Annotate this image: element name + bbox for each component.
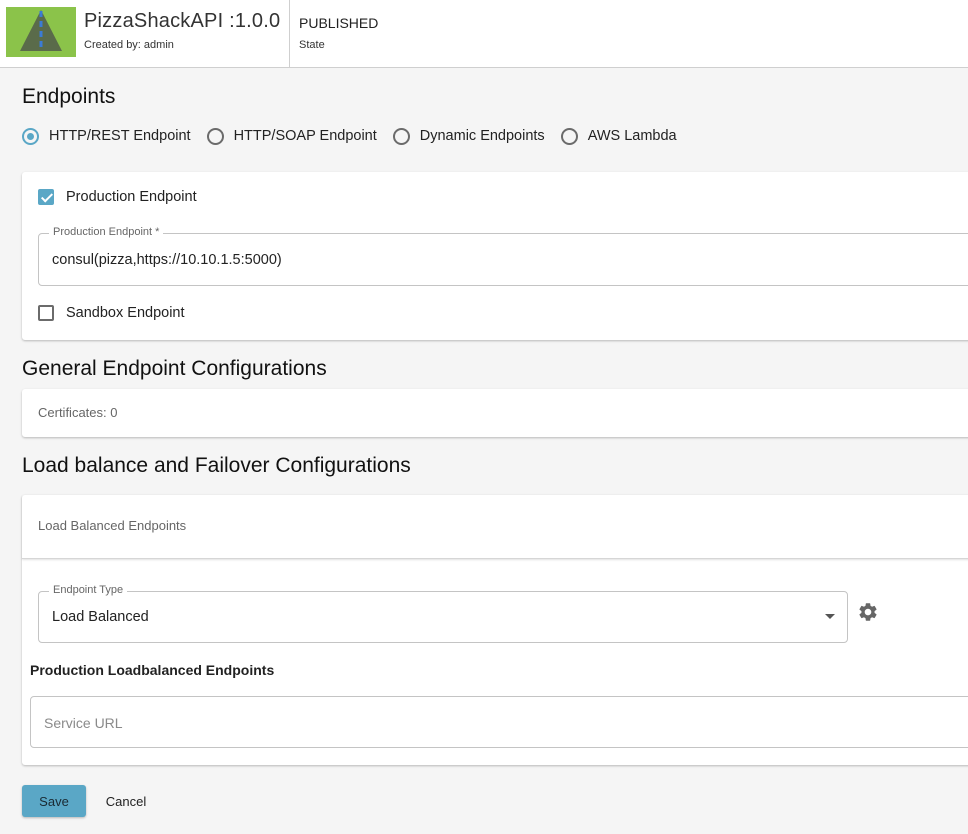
general-config-heading: General Endpoint Configurations <box>22 357 327 380</box>
header-divider <box>289 0 290 68</box>
production-endpoint-field[interactable]: Production Endpoint * consul(pizza,https… <box>38 226 968 286</box>
sandbox-checkbox-label: Sandbox Endpoint <box>66 305 185 321</box>
dropdown-arrow-icon[interactable] <box>825 614 835 619</box>
endpoints-card: Production Endpoint Production Endpoint … <box>22 172 968 340</box>
radio-unchecked-icon[interactable] <box>560 127 578 145</box>
gear-icon[interactable] <box>857 601 879 623</box>
loadbalance-card: Load Balanced Endpoints Endpoint Type Lo… <box>22 495 968 765</box>
radio-label: AWS Lambda <box>587 128 677 144</box>
loadbalance-heading: Load balance and Failover Configurations <box>22 454 411 477</box>
service-url-input[interactable]: Service URL <box>44 715 123 731</box>
endpoint-type-select[interactable]: Endpoint Type Load Balanced <box>38 584 848 643</box>
production-endpoint-toggle[interactable]: Production Endpoint <box>38 189 197 205</box>
save-button[interactable]: Save <box>22 785 86 817</box>
sandbox-endpoint-toggle[interactable]: Sandbox Endpoint <box>38 305 185 321</box>
api-thumbnail-icon <box>6 7 76 57</box>
radio-unchecked-icon[interactable] <box>206 127 224 145</box>
endpoints-heading: Endpoints <box>22 85 116 108</box>
radio-label: Dynamic Endpoints <box>419 128 545 144</box>
endpoint-type-value: Load Balanced <box>52 609 149 625</box>
general-config-panel[interactable]: Certificates: 0 <box>22 389 968 437</box>
service-url-field[interactable]: Service URL <box>30 696 968 748</box>
production-checkbox-label: Production Endpoint <box>66 189 197 205</box>
api-created-by: Created by: admin <box>84 39 174 51</box>
endpoint-type-label: Endpoint Type <box>49 584 128 596</box>
radio-label: HTTP/REST Endpoint <box>49 128 191 144</box>
radio-http-rest[interactable]: HTTP/REST Endpoint <box>22 127 191 145</box>
production-loadbalanced-heading: Production Loadbalanced Endpoints <box>30 662 275 678</box>
production-field-label: Production Endpoint * <box>49 226 164 238</box>
certificates-count: Certificates: 0 <box>38 405 118 420</box>
radio-aws-lambda[interactable]: AWS Lambda <box>560 127 677 145</box>
radio-unchecked-icon[interactable] <box>392 127 410 145</box>
api-state-value: PUBLISHED <box>299 15 379 31</box>
api-title: PizzaShackAPI :1.0.0 <box>84 10 281 32</box>
radio-checked-icon[interactable] <box>22 127 39 145</box>
api-header: PizzaShackAPI :1.0.0 Created by: admin P… <box>0 0 968 68</box>
checkbox-checked-icon[interactable] <box>38 189 54 205</box>
radio-http-soap[interactable]: HTTP/SOAP Endpoint <box>206 127 377 145</box>
loadbalance-panel-header[interactable]: Load Balanced Endpoints <box>22 495 968 559</box>
checkbox-unchecked-icon[interactable] <box>38 305 54 321</box>
api-state-label: State <box>299 39 325 51</box>
loadbalance-panel-title: Load Balanced Endpoints <box>38 518 187 533</box>
endpoint-type-radio-group: HTTP/REST Endpoint HTTP/SOAP Endpoint Dy… <box>22 125 693 147</box>
cancel-button[interactable]: Cancel <box>100 785 152 817</box>
production-endpoint-input[interactable]: consul(pizza,https://10.10.1.5:5000) <box>52 252 282 268</box>
radio-label: HTTP/SOAP Endpoint <box>233 128 377 144</box>
radio-dynamic[interactable]: Dynamic Endpoints <box>392 127 545 145</box>
